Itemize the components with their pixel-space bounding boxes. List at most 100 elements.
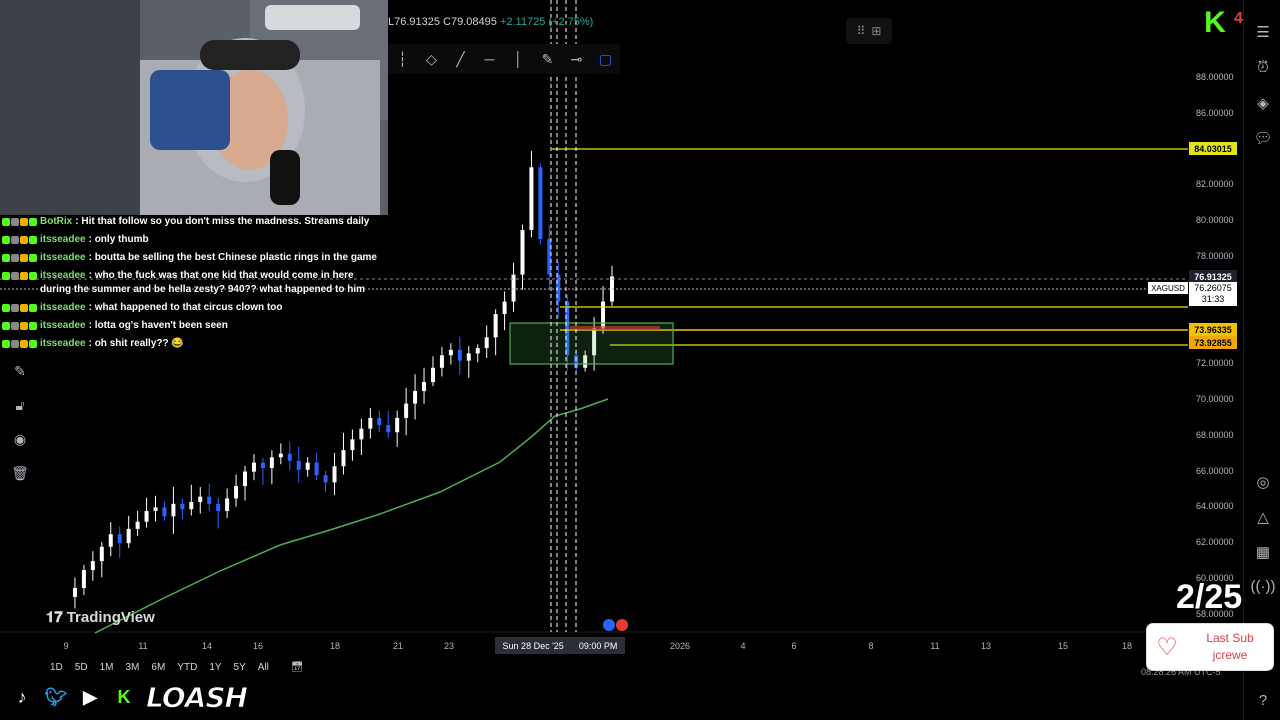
price-tick-label: 88.00000 (1196, 71, 1234, 82)
time-tick-label: 2026 (669, 641, 691, 651)
youtube-icon: ▶ (83, 687, 97, 707)
ideas-icon[interactable]: △ (1253, 507, 1273, 527)
chat-username: itsseadee (40, 270, 86, 281)
layers-icon[interactable]: ◈ (1253, 93, 1273, 113)
candle-body (260, 462, 265, 469)
trash-icon[interactable]: 🗑︎ (8, 462, 32, 484)
last-sub-name: jcrewe (1212, 648, 1248, 662)
ohlc-change: +2.11725 (+2.75%) (499, 16, 594, 28)
chat-text: : Hit that follow so you don't miss the … (75, 216, 370, 227)
chat-text: : boutta be selling the best Chinese pla… (88, 252, 377, 263)
candle-body (350, 439, 355, 451)
target-icon[interactable]: ◎ (1253, 472, 1273, 492)
range-1m[interactable]: 1M (100, 662, 114, 673)
chat-message: itsseadee: what happened to that circus … (2, 301, 382, 315)
price-tick-label: 86.00000 (1196, 107, 1234, 118)
range-5y[interactable]: 5Y (234, 662, 246, 673)
twitter-icon: 🐦︎ (44, 687, 68, 707)
current-price-tag: 76.26075 31:33 (1189, 282, 1237, 306)
chat-badges (2, 215, 37, 226)
streamer-webcam-image (0, 0, 388, 215)
range-all[interactable]: All (258, 662, 269, 673)
chat-username: itsseadee (40, 320, 86, 331)
calendar-side-icon[interactable]: ▦ (1253, 542, 1273, 562)
tv-mark-icon: 𝟏𝟕 (46, 609, 63, 626)
tiktok-icon: ♪ (17, 687, 27, 707)
candle-body (484, 337, 489, 349)
candle-body (108, 534, 113, 547)
candle-body (520, 229, 525, 275)
candle-body (377, 417, 382, 426)
candle-body (117, 534, 122, 544)
range-ytd[interactable]: YTD (177, 662, 197, 673)
help-icon[interactable]: ? (1253, 690, 1273, 710)
time-tick-label: 11 (138, 641, 148, 651)
range-6m[interactable]: 6M (151, 662, 165, 673)
social-overlay: ♪ 🐦︎ ▶ K LOASH (10, 681, 249, 715)
last-sub-card: ♡ Last Sub jcrewe (1147, 624, 1273, 670)
lock-icon[interactable]: 🔓︎ (8, 394, 32, 416)
level-tag-b: 73.92855 (1189, 336, 1237, 349)
watchlist-icon[interactable]: ☰ (1253, 22, 1273, 42)
vertical-line-tool-icon[interactable]: │ (504, 45, 533, 73)
range-5d[interactable]: 5D (75, 662, 88, 673)
chat-icon[interactable]: 💬︎ (1253, 128, 1273, 148)
price-tick-label: 66.00000 (1196, 465, 1234, 476)
time-tick-label: 13 (980, 641, 992, 651)
candle-body (198, 496, 203, 503)
crosshair-time: 09:00 PM (578, 640, 618, 651)
rectangle-tool-icon[interactable]: ▢ (591, 45, 620, 73)
candle-body (287, 453, 292, 461)
layout-button[interactable]: ⠿ ⊞ (846, 18, 892, 44)
brush-tool-icon[interactable]: ✎ (533, 45, 562, 73)
tradingview-logo: 𝟏𝟕 TradingView (46, 609, 155, 626)
heart-icon: ♡ (1156, 633, 1178, 661)
candle-body (90, 561, 95, 571)
candle-body (422, 382, 427, 392)
trend-line-tool-icon[interactable]: ╱ (446, 45, 475, 73)
candle-body (323, 475, 328, 483)
level-tag-top: 84.03015 (1189, 142, 1237, 155)
brush-icon[interactable]: ✎ (8, 360, 32, 382)
broadcast-icon[interactable]: ((·)) (1251, 576, 1276, 596)
alarm-clock-icon[interactable]: ⏰︎ (1253, 57, 1273, 77)
kick-count: 4 (1234, 10, 1243, 27)
cursor-tool-icon[interactable]: ┆ (388, 45, 417, 73)
candle-body (243, 471, 248, 486)
horizontal-ray-tool-icon[interactable]: ⊸ (562, 45, 591, 73)
chat-message: itsseadee: boutta be selling the best Ch… (2, 251, 382, 265)
chat-overlay: BotRix: Hit that follow so you don't mis… (2, 215, 382, 355)
range-1d[interactable]: 1D (50, 662, 63, 673)
ohlc-readout: L76.91325 C79.08495 +2.11725 (+2.75%) (388, 16, 593, 28)
candle-body (72, 587, 77, 597)
ohlc-values: L76.91325 C79.08495 (388, 16, 500, 28)
horizontal-line-tool-icon[interactable]: ─ (475, 45, 504, 73)
range-1y[interactable]: 1Y (209, 662, 221, 673)
flag-icon (616, 619, 628, 631)
drawing-toolbar: ┆ ◇ ╱ ─ │ ✎ ⊸ ▢ (388, 44, 620, 74)
chat-text: : who the fuck was that one kid that wou… (40, 270, 366, 295)
price-tick-label: 64.00000 (1196, 501, 1234, 512)
ellipse-tool-icon[interactable]: ◇ (417, 45, 446, 73)
chat-text: : what happened to that circus clown too (88, 302, 283, 313)
time-tick-label: 21 (392, 641, 404, 651)
candle-body (341, 450, 346, 467)
range-selector: 1D 5D 1M 3M 6M YTD 1Y 5Y All 📅︎ (50, 662, 304, 673)
goal-counter: 2/25 (1176, 578, 1243, 616)
candle-body (314, 462, 319, 476)
grid-plus-icon: ⊞ (871, 24, 882, 38)
candle-body (457, 349, 462, 361)
calendar-icon[interactable]: 📅︎ (291, 662, 304, 673)
crosshair-time-label: Sun 28 Dec '25 09:00 PM (495, 637, 625, 654)
candle-body (135, 521, 140, 529)
kick-icon: K (117, 687, 131, 707)
price-tick-label: 80.00000 (1196, 215, 1234, 225)
brand-name: TradingView (66, 609, 155, 626)
candle-body (439, 355, 444, 368)
left-toolbar: ✎ 🔓︎ ◉ 🗑︎ (6, 360, 34, 484)
range-3m[interactable]: 3M (126, 662, 140, 673)
drag-handle-icon: ⠿ (856, 24, 866, 38)
eye-icon[interactable]: ◉ (8, 428, 32, 450)
chat-badges (2, 301, 37, 312)
candle-body (493, 314, 498, 338)
